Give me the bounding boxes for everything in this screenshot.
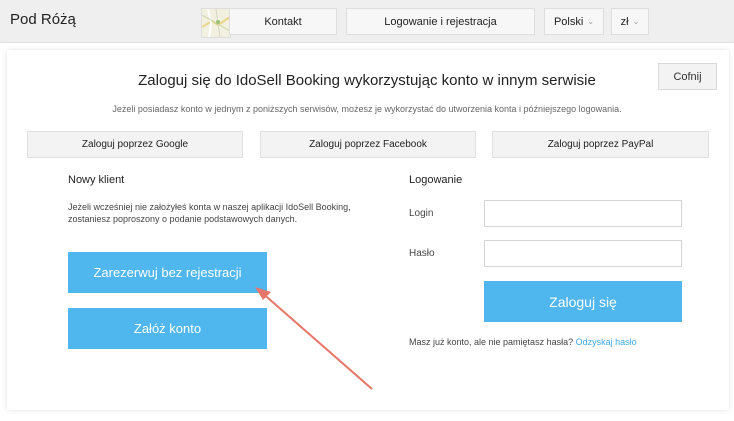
create-account-button[interactable]: Załóż konto [68, 308, 267, 349]
login-label: Login [409, 208, 434, 219]
forgot-password-row: Masz już konto, ale nie pamiętasz hasła?… [409, 337, 637, 347]
currency-select[interactable]: zł ⌄ [611, 8, 649, 35]
paypal-login-label: Zaloguj poprzez PayPal [547, 139, 654, 150]
page-title: Zaloguj się do IdoSell Booking wykorzyst… [138, 72, 596, 89]
reserve-without-registration-button[interactable]: Zarezerwuj bez rejestracji [68, 252, 267, 293]
map-icon[interactable] [201, 8, 231, 38]
facebook-login-button[interactable]: Zaloguj poprzez Facebook [260, 131, 476, 158]
language-select[interactable]: Polski ⌄ [544, 8, 604, 35]
chevron-down-icon: ⌄ [587, 17, 595, 26]
login-submit-label: Zaloguj się [549, 293, 617, 310]
password-label: Hasło [409, 248, 435, 259]
password-input[interactable] [484, 240, 682, 267]
login-title: Logowanie [409, 174, 463, 186]
top-bar: Pod Różą Kontakt Logowanie i rejestracja… [0, 0, 734, 43]
reserve-label: Zarezerwuj bez rejestracji [93, 265, 242, 280]
new-client-title: Nowy klient [68, 174, 125, 186]
new-client-description: Jeżeli wcześniej nie założyłeś konta w n… [68, 202, 351, 224]
recover-password-link[interactable]: Odzyskaj hasło [576, 337, 637, 347]
forgot-password-text: Masz już konto, ale nie pamiętasz hasła? [409, 337, 574, 347]
chevron-down-icon: ⌄ [632, 17, 640, 26]
language-label: Polski [553, 15, 584, 28]
facebook-login-label: Zaloguj poprzez Facebook [309, 139, 427, 150]
login-input[interactable] [484, 200, 682, 227]
contact-label: Kontakt [264, 15, 302, 28]
back-label: Cofnij [673, 70, 702, 83]
contact-button[interactable]: Kontakt [229, 8, 337, 35]
paypal-login-button[interactable]: Zaloguj poprzez PayPal [492, 131, 709, 158]
login-register-label: Logowanie i rejestracja [384, 15, 497, 28]
create-account-label: Załóż konto [133, 321, 202, 336]
login-register-button[interactable]: Logowanie i rejestracja [346, 8, 535, 35]
page-subtitle: Jeżeli posiadasz konto w jednym z poniżs… [112, 104, 622, 114]
google-login-label: Zaloguj poprzez Google [81, 139, 189, 150]
google-login-button[interactable]: Zaloguj poprzez Google [27, 131, 243, 158]
brand-name: Pod Różą [10, 11, 76, 28]
login-submit-button[interactable]: Zaloguj się [484, 281, 682, 322]
currency-label: zł [620, 15, 629, 28]
back-button[interactable]: Cofnij [658, 63, 717, 90]
